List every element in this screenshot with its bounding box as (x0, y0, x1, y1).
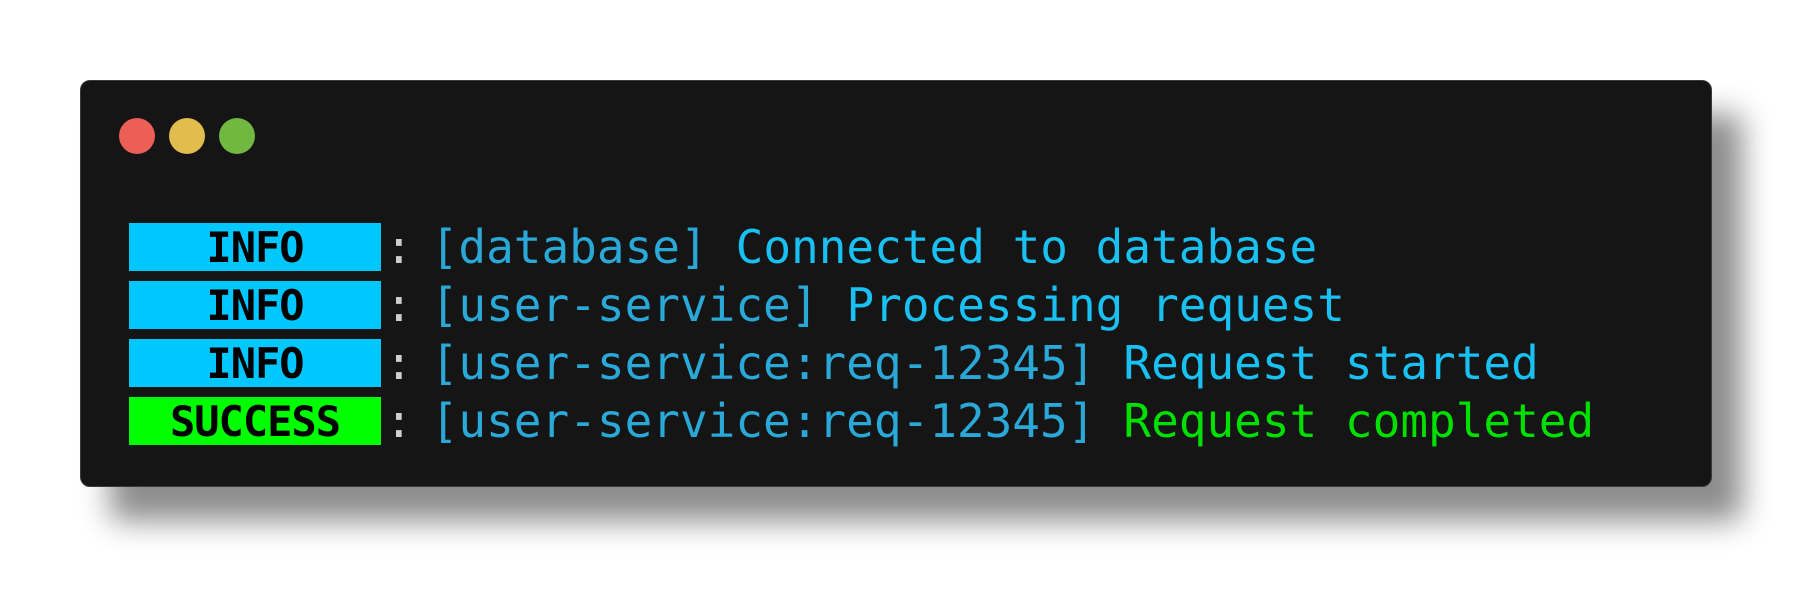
log-scope: [user-service] (430, 278, 819, 332)
log-message: Request completed (1123, 394, 1595, 448)
level-separator: : (385, 394, 413, 448)
log-scope: [user-service:req-12345] (430, 336, 1096, 390)
log-message: Request started (1123, 336, 1539, 390)
log-scope: [database] (430, 220, 708, 274)
log-message: Processing request (846, 278, 1345, 332)
level-badge: SUCCESS (129, 397, 381, 446)
level-badge: INFO (129, 223, 381, 272)
terminal-window: INFO : [database] Connected to database … (80, 80, 1712, 487)
level-separator: : (385, 278, 413, 332)
log-line: INFO : [database] Connected to database (129, 218, 1594, 276)
level-separator: : (385, 220, 413, 274)
log-message: Connected to database (735, 220, 1318, 274)
window-controls (119, 118, 255, 154)
close-button[interactable] (119, 118, 155, 154)
log-output: INFO : [database] Connected to database … (129, 218, 1594, 450)
log-line: INFO : [user-service:req-12345] Request … (129, 334, 1594, 392)
level-separator: : (385, 336, 413, 390)
minimize-button[interactable] (169, 118, 205, 154)
level-badge: INFO (129, 281, 381, 330)
log-scope: [user-service:req-12345] (430, 394, 1096, 448)
log-line: INFO : [user-service] Processing request (129, 276, 1594, 334)
level-badge: INFO (129, 339, 381, 388)
zoom-button[interactable] (219, 118, 255, 154)
log-line: SUCCESS : [user-service:req-12345] Reque… (129, 392, 1594, 450)
